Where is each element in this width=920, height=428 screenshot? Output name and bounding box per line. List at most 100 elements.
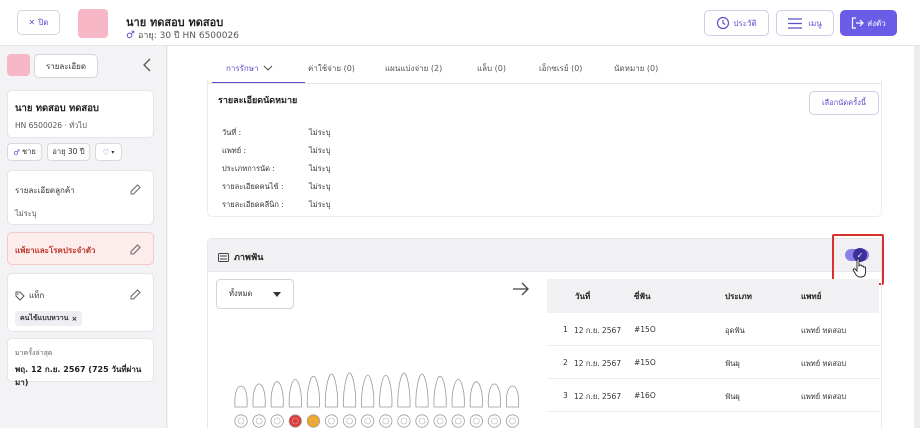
- detail-button[interactable]: รายละเอียด: [34, 54, 98, 78]
- remove-tag-icon[interactable]: ×: [71, 315, 77, 323]
- tab-lab[interactable]: แล็บ (0): [477, 54, 506, 82]
- menu-label: เมนู: [808, 18, 822, 28]
- choose-appointment-button[interactable]: เลือกนัดครั้งนี้: [809, 91, 879, 115]
- tab-installments[interactable]: แผนแบ่งจ่าย (2): [385, 54, 442, 82]
- male-icon: ♂: [13, 147, 21, 157]
- row-date: 12 ก.ย. 2567: [574, 326, 622, 335]
- tooth-outline: [415, 373, 429, 408]
- appt-doctor-value: ไม่ระบุ: [309, 146, 331, 155]
- tooth-outline: [252, 383, 266, 408]
- tooth-surface-marker[interactable]: [288, 414, 302, 428]
- tooth-surface-marker[interactable]: [433, 414, 447, 428]
- tooth-outline: [451, 379, 465, 408]
- appt-doctor-label: แพทย์ :: [222, 146, 247, 155]
- row-doctor: แพทย์ ทดสอบ: [801, 326, 847, 335]
- tooth-surface-marker[interactable]: [234, 414, 248, 428]
- tab-appointments[interactable]: นัดหมาย (0): [614, 54, 658, 82]
- edit-icon[interactable]: [130, 289, 141, 300]
- chevron-left-icon[interactable]: [140, 57, 156, 73]
- tooth-outline: [288, 379, 302, 408]
- appointment-panel: รายละเอียดนัดหมาย เลือกนัดครั้งนี้ วันที…: [207, 80, 882, 217]
- customer-detail-title: รายละเอียดลูกค้า: [15, 186, 75, 195]
- tab-expenses[interactable]: ค่าใช้จ่าย (0): [308, 54, 355, 82]
- patient-subtitle: ♂ อายุ: 30 ปี HN 6500026: [126, 28, 239, 42]
- appt-patient-detail-label: รายละเอียดคนไข้ :: [222, 182, 284, 191]
- appt-date-value: ไม่ระบุ: [309, 128, 331, 137]
- tag-pill-label: คนไข้แบบหวาน: [20, 314, 69, 322]
- tooth-surface-marker[interactable]: [397, 414, 411, 428]
- tooth-surface-marker[interactable]: [379, 414, 393, 428]
- patient-avatar: [78, 9, 108, 38]
- close-button[interactable]: ✕ ปิด: [17, 10, 60, 35]
- tooth-surface-marker[interactable]: [415, 414, 429, 428]
- table-row[interactable]: 3 12 ก.ย. 2567 #16O ฟันผุ แพทย์ ทดสอบ: [547, 379, 879, 412]
- tooth-surface-marker[interactable]: [451, 414, 465, 428]
- appt-type-label: ประเภทการนัด :: [222, 164, 275, 173]
- tooth-surface-marker[interactable]: [469, 414, 483, 428]
- tooth-outline: [361, 374, 375, 408]
- col-type: ประเภท: [725, 292, 752, 301]
- heart-icon: ♡: [102, 147, 110, 157]
- sidebar: รายละเอียด นาย ทดสอบ ทดสอบ HN 6500026 · …: [0, 46, 167, 428]
- appointment-title: รายละเอียดนัดหมาย: [218, 96, 298, 106]
- menu-button[interactable]: เมนู: [776, 10, 834, 36]
- tooth-outline: [343, 372, 357, 408]
- row-doctor: แพทย์ ทดสอบ: [801, 359, 847, 368]
- tooth-surface-marker[interactable]: [252, 414, 266, 428]
- xray-filter-value: ทั้งหมด: [229, 289, 253, 298]
- table-row[interactable]: 2 12 ก.ย. 2567 #15O ฟันผุ แพทย์ ทดสอบ: [547, 346, 879, 379]
- send-button[interactable]: ส่งตัว: [840, 10, 897, 36]
- patient-age-hn: อายุ: 30 ปี HN 6500026: [137, 31, 239, 41]
- tag-title-row: แท็ก: [15, 289, 44, 302]
- appt-date-label: วันที่ :: [222, 128, 242, 137]
- tooth-outline: [379, 374, 393, 408]
- row-type: ฟันผุ: [725, 359, 740, 368]
- xray-section-header: ภาพฟัน: [207, 238, 882, 272]
- row-tooth: #16O: [634, 391, 656, 400]
- scrollbar[interactable]: [914, 46, 920, 428]
- tab-xray[interactable]: เอ็กซเรย์ (0): [539, 54, 582, 82]
- tooth-surface-marker[interactable]: [270, 414, 284, 428]
- appt-clinic-detail-label: รายละเอียดคลีนิก :: [222, 200, 284, 209]
- tab-label: การรักษา: [226, 63, 259, 73]
- tooth-image-icon: [218, 252, 229, 262]
- tooth-surface-marker[interactable]: [505, 414, 520, 428]
- tooth-surface-marker[interactable]: [324, 414, 339, 428]
- row-type: ฟันผุ: [725, 392, 740, 401]
- send-label: ส่งตัว: [867, 18, 886, 28]
- edit-icon[interactable]: [130, 184, 141, 195]
- appt-patient-detail-value: ไม่ระบุ: [309, 182, 331, 191]
- dental-chart[interactable]: [232, 346, 522, 428]
- sidebar-avatar: [7, 54, 30, 76]
- col-tooth: ซี่ฟัน: [634, 292, 651, 301]
- row-type: อุดฟัน: [725, 326, 745, 335]
- sex-chip: ♂ ชาย: [7, 143, 42, 161]
- tag-pill: คนไข้แบบหวาน ×: [15, 311, 83, 326]
- xray-filter-select[interactable]: ทั้งหมด: [216, 279, 294, 309]
- table-row[interactable]: 1 12 ก.ย. 2567 #15O อุดฟัน แพทย์ ทดสอบ: [547, 313, 879, 346]
- history-button[interactable]: ประวัติ: [704, 10, 769, 36]
- male-icon: ♂: [126, 29, 135, 41]
- row-date: 12 ก.ย. 2567: [574, 392, 622, 401]
- tooth-surface-marker[interactable]: [487, 414, 501, 428]
- tab-treatment[interactable]: การรักษา: [226, 54, 273, 82]
- caret-down-icon: [273, 292, 281, 297]
- tooth-outline: [397, 372, 411, 408]
- arrow-right-icon[interactable]: [512, 282, 530, 296]
- health-dropdown[interactable]: ♡ ▾: [95, 143, 122, 161]
- row-no: 3: [563, 391, 568, 400]
- tooth-surface-marker[interactable]: [343, 414, 357, 428]
- last-visit-value: พฤ. 12 ก.ย. 2567 (725 วันที่ผ่านมา): [15, 365, 142, 387]
- tooth-surface-marker[interactable]: [361, 414, 375, 428]
- appt-clinic-detail-value: ไม่ระบุ: [309, 200, 331, 209]
- col-doctor: แพทย์: [801, 292, 822, 301]
- table-header: วันที่ ซี่ฟัน ประเภท แพทย์: [547, 279, 879, 313]
- row-tooth: #15O: [634, 325, 656, 334]
- row-doctor: แพทย์ ทดสอบ: [801, 392, 847, 401]
- tooth-surface-marker[interactable]: [306, 414, 321, 428]
- row-no: 2: [563, 358, 568, 367]
- appt-type-value: ไม่ระบุ: [309, 164, 331, 173]
- sidebar-hn: HN 6500026 · ทั่วไป: [15, 121, 87, 130]
- tag-icon: [15, 291, 25, 301]
- edit-icon[interactable]: [130, 244, 141, 255]
